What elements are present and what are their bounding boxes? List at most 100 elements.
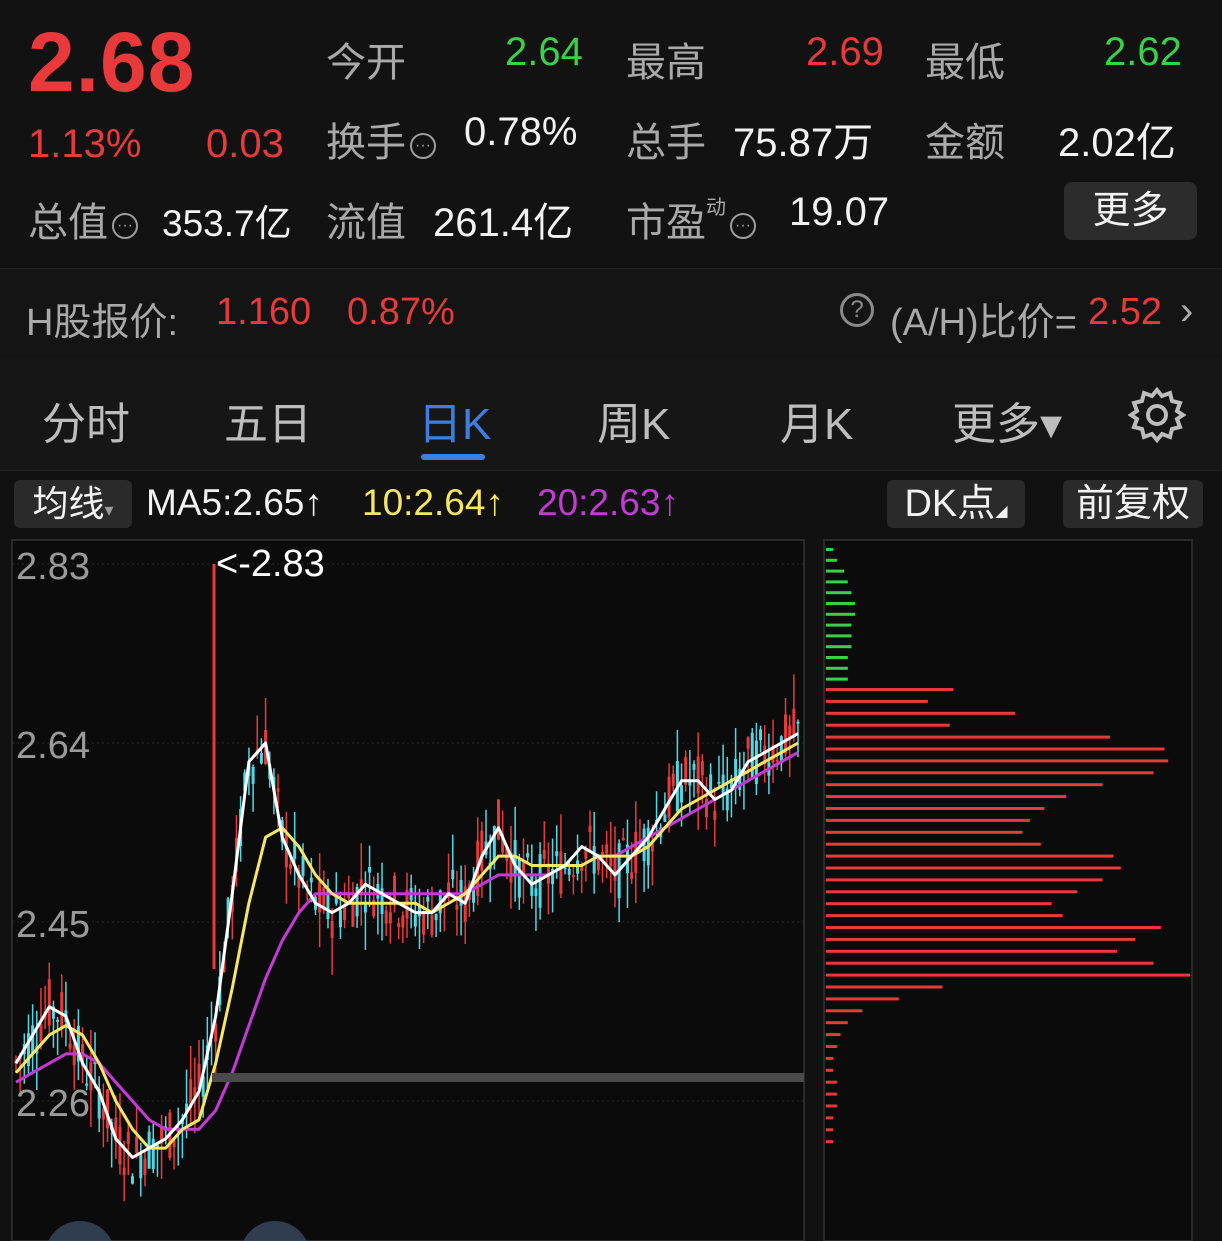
profile-bar-up (826, 723, 950, 727)
high-label: 最高 (626, 41, 706, 85)
chevron-right-icon[interactable]: › (1180, 289, 1193, 334)
profile-bar-up (826, 1128, 834, 1132)
ma-selector[interactable]: 均线▾ (14, 480, 132, 528)
tab-intraday[interactable]: 分时 (42, 388, 130, 452)
pe-value: 19.07 (789, 190, 890, 234)
candle-body (696, 756, 700, 794)
h-share-label: H股报价: (26, 302, 179, 344)
candle-body (384, 910, 388, 924)
profile-bar-down (826, 656, 848, 659)
profile-bar-up (826, 1045, 837, 1048)
mcap-label[interactable]: 总值 ··· (28, 190, 138, 248)
profile-bar-up (826, 1068, 834, 1072)
dk-point-label: DK点 (904, 483, 996, 525)
pe-label[interactable]: 市盈动··· (626, 190, 756, 248)
tab-five-day[interactable]: 五日 (224, 388, 312, 452)
candle-body (368, 866, 372, 873)
y-tick-label: 2.83 (16, 546, 90, 588)
candle-body (713, 811, 717, 820)
tab-daily-k[interactable]: 日K (418, 388, 491, 452)
h-share-change: 0.87% (347, 291, 455, 333)
candle-body (56, 1019, 60, 1022)
ah-ratio-label: (A/H)比价= (890, 302, 1077, 344)
candle-body (534, 888, 538, 897)
tab-weekly-k[interactable]: 周K (597, 388, 670, 452)
turnover-label[interactable]: 换手 ··· (326, 110, 436, 168)
candle-body (31, 1025, 35, 1055)
profile-bar-up (826, 1033, 841, 1037)
profile-bar-up (826, 937, 1136, 941)
profile-bar-up (826, 1116, 834, 1120)
ma10-text: 10:2.64 (362, 482, 486, 523)
help-icon[interactable]: ? (840, 293, 874, 327)
corner-triangle-icon: ◢ (995, 503, 1008, 520)
candle-body (388, 912, 392, 924)
candle-body (517, 858, 521, 898)
mcap-value: 353.7亿 (162, 203, 292, 244)
candle-body (330, 920, 334, 938)
period-tabs: 分时 五日 日K 周K 月K 更多▾ (0, 358, 1222, 471)
low-label: 最低 (925, 41, 1005, 85)
profile-bar-up (826, 902, 1052, 906)
candle-body (680, 785, 684, 803)
settings-gear-icon[interactable] (1128, 386, 1186, 444)
profile-bar-up (826, 973, 1190, 977)
profile-bar-up (826, 926, 1161, 929)
profile-bar-down (826, 580, 848, 584)
candle-body (101, 1109, 105, 1120)
dropdown-arrow-icon: ▾ (104, 500, 114, 520)
tab-monthly-k[interactable]: 月K (780, 388, 853, 452)
candle-body (434, 913, 438, 921)
info-dots-icon[interactable]: ··· (410, 133, 436, 159)
open-label: 今开 (326, 41, 406, 85)
y-tick-label: 2.26 (16, 1083, 90, 1125)
candle-body (671, 773, 675, 786)
ma-selector-label: 均线 (32, 483, 105, 524)
profile-bar-up (826, 890, 1078, 894)
candle-body (792, 708, 796, 738)
info-dots-icon[interactable]: ··· (112, 213, 138, 239)
profile-bar-up (826, 747, 1165, 751)
profile-bar-up (826, 783, 1103, 787)
profile-bar-down (826, 612, 856, 616)
tab-more[interactable]: 更多▾ (952, 388, 1062, 452)
amount-label: 金额 (925, 121, 1005, 165)
forward-adjust-button[interactable]: 前复权 (1063, 480, 1203, 528)
candle-body (143, 1158, 147, 1176)
dk-point-button[interactable]: DK点◢ (887, 480, 1025, 528)
h-share-row[interactable]: H股报价: 1.160 0.87% ? (A/H)比价= 2.52 › (0, 268, 1222, 360)
candle-body (621, 838, 625, 841)
candle-body (413, 914, 417, 927)
candle-body (526, 853, 530, 858)
kline-chart[interactable]: 2.83 2.64 2.45 2.26 <-2.83 (0, 536, 1222, 1241)
candle-body (397, 923, 401, 927)
volume-label: 总手 (626, 121, 706, 165)
profile-bar-down (826, 666, 848, 670)
ma20-readout: 20:2.63↑ (537, 482, 679, 524)
candle-body (47, 979, 51, 1026)
ma10-readout: 10:2.64↑ (362, 482, 504, 524)
candle-body (630, 872, 634, 879)
ah-ratio-value: 2.52 (1088, 291, 1162, 333)
quote-panel: 2.68 1.13% 0.03 今开 2.64 最高 2.69 最低 2.62 … (0, 0, 1222, 268)
profile-bar-down (826, 548, 834, 551)
profile-bar-up (826, 961, 1154, 965)
candle-body (451, 869, 455, 880)
candle-body (480, 830, 484, 871)
profile-bar-down (826, 623, 852, 627)
turnover-value: 0.78% (464, 110, 578, 154)
active-tab-indicator (421, 454, 485, 460)
candle-body (276, 788, 280, 792)
profile-bar-up (826, 1140, 834, 1144)
more-button[interactable]: 更多 (1064, 182, 1197, 240)
candle-body (139, 1153, 143, 1179)
candle-body (588, 825, 592, 833)
arrow-up-icon: ↑ (304, 482, 323, 523)
info-dots-icon[interactable]: ··· (730, 213, 756, 239)
change-amount: 0.03 (206, 122, 284, 166)
profile-bar-up (826, 949, 1118, 953)
profile-bar-up (826, 711, 1016, 715)
profile-bar-up (826, 1080, 837, 1084)
low-value: 2.62 (1104, 30, 1182, 74)
profile-bar-up (826, 1104, 837, 1108)
